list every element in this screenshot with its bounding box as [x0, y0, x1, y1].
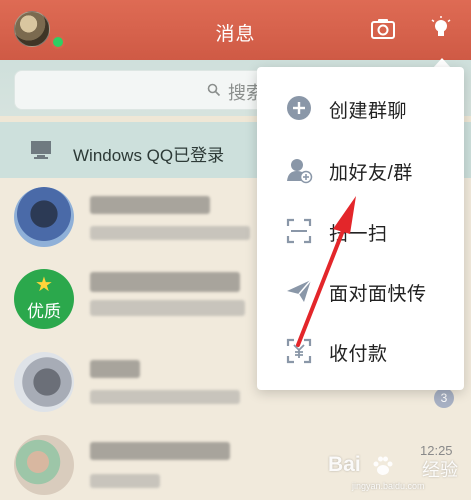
- payment-icon: [286, 338, 312, 364]
- star-icon: ★: [35, 274, 53, 296]
- blurred-name: [90, 442, 230, 460]
- computer-icon: [31, 141, 51, 159]
- unread-badge: 3: [434, 388, 454, 408]
- blurred-name: [90, 272, 240, 292]
- anime-avatar: [14, 187, 74, 247]
- lightbulb-icon[interactable]: [430, 16, 452, 42]
- device-login-text: Windows QQ已登录: [73, 146, 225, 165]
- shark-avatar: [14, 352, 74, 412]
- create-group-icon: [287, 96, 311, 120]
- add-friend-icon: [287, 159, 313, 184]
- search-icon: [207, 83, 221, 97]
- menu-item-add-friend[interactable]: 加好友/群: [257, 139, 464, 199]
- cartoon-avatar: [14, 435, 74, 495]
- menu-item-label: 面对面快传: [329, 284, 427, 305]
- blurred-name: [90, 360, 140, 378]
- watermark-url: jingyan.baidu.com: [352, 481, 425, 491]
- scan-icon: [286, 218, 312, 244]
- menu-item-face-to-face-transfer[interactable]: 面对面快传: [257, 260, 464, 320]
- add-menu-popup: 创建群聊 加好友/群 扫一扫 面对面快传 收付款: [257, 67, 464, 390]
- blurred-message: [90, 300, 245, 316]
- camera-icon[interactable]: [370, 16, 396, 42]
- baidu-watermark: Bai 经验 jingyan.baidu.com: [322, 453, 468, 497]
- blurred-message: [90, 474, 160, 488]
- page-title: 消息: [215, 24, 256, 45]
- blurred-message: [90, 226, 250, 240]
- paw-logo-icon: [373, 456, 393, 475]
- menu-item-label: 收付款: [329, 344, 388, 365]
- menu-item-create-group[interactable]: 创建群聊: [257, 77, 464, 137]
- menu-item-scan[interactable]: 扫一扫: [257, 200, 464, 260]
- send-file-icon: [287, 279, 312, 302]
- menu-item-label: 扫一扫: [329, 224, 388, 245]
- blurred-name: [90, 196, 210, 214]
- avatar-text: 优质: [27, 302, 61, 321]
- blurred-message: [90, 390, 240, 404]
- menu-item-label: 创建群聊: [329, 101, 408, 122]
- watermark-brand: Bai: [328, 453, 361, 476]
- quality-badge-avatar: ★ 优质: [14, 269, 74, 329]
- menu-item-payment[interactable]: 收付款: [257, 320, 464, 380]
- menu-item-label: 加好友/群: [329, 163, 413, 184]
- watermark-jingyan: 经验: [422, 460, 458, 480]
